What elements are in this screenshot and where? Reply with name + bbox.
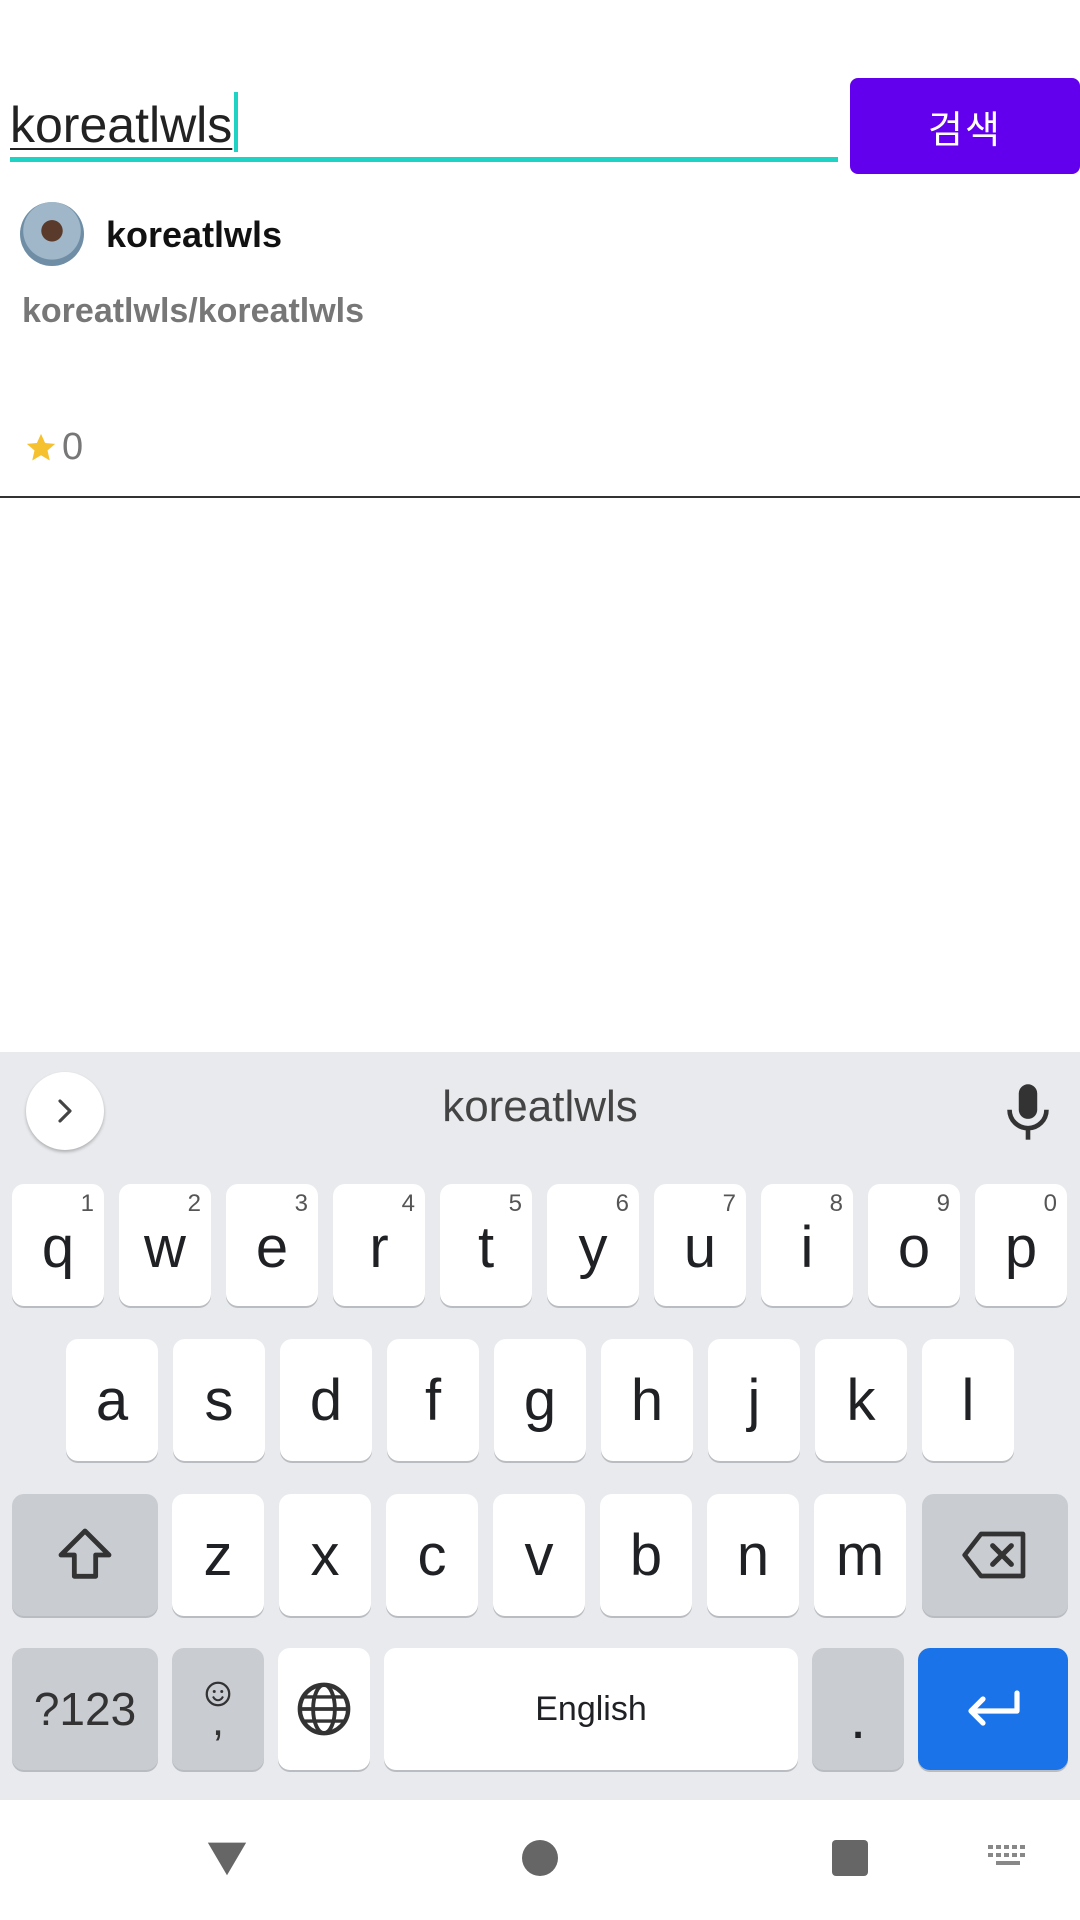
enter-key[interactable]	[918, 1648, 1068, 1770]
back-triangle-icon[interactable]	[204, 1838, 250, 1878]
key-label: o	[897, 1214, 931, 1280]
key-c[interactable]: c	[386, 1494, 478, 1616]
key-hint: 2	[187, 1190, 201, 1217]
star-count: 0	[62, 426, 84, 468]
key-a[interactable]: a	[66, 1339, 158, 1461]
key-hint: 7	[722, 1190, 736, 1217]
symbols-key-label: ?123	[33, 1683, 137, 1735]
key-hint: 1	[80, 1190, 94, 1217]
key-y[interactable]: 6y	[547, 1184, 639, 1306]
screen: koreatlwls 검색 koreatlwls koreatlwls/kore…	[0, 0, 1080, 1920]
key-i[interactable]: 8i	[761, 1184, 853, 1306]
key-g[interactable]: g	[494, 1339, 586, 1461]
suggestion-bar: koreatlwls	[0, 1052, 1080, 1170]
microphone-icon[interactable]	[1000, 1082, 1056, 1142]
key-hint: 0	[1043, 1190, 1057, 1217]
recents-square-icon[interactable]	[830, 1838, 870, 1878]
key-hint: 9	[936, 1190, 950, 1217]
text-caret	[234, 92, 239, 152]
key-m[interactable]: m	[814, 1494, 906, 1616]
key-u[interactable]: 7u	[654, 1184, 746, 1306]
emoji-comma-key[interactable]: ,	[172, 1648, 264, 1770]
key-hint: 3	[294, 1190, 308, 1217]
repo-list-item[interactable]: koreatlwls koreatlwls/koreatlwls 0	[0, 190, 1080, 498]
shift-key[interactable]	[12, 1494, 158, 1616]
key-label: w	[144, 1214, 186, 1280]
avatar	[20, 202, 84, 266]
key-d[interactable]: d	[280, 1339, 372, 1461]
key-r[interactable]: 4r	[333, 1184, 425, 1306]
key-label: u	[683, 1214, 717, 1280]
symbols-key[interactable]: ?123	[12, 1648, 158, 1770]
key-n[interactable]: n	[707, 1494, 799, 1616]
key-s[interactable]: s	[173, 1339, 265, 1461]
home-circle-icon[interactable]	[520, 1838, 560, 1878]
key-label: q	[41, 1214, 75, 1280]
globe-icon	[297, 1682, 351, 1736]
key-label: e	[255, 1214, 289, 1280]
key-z[interactable]: z	[172, 1494, 264, 1616]
period-key-label: .	[849, 1686, 867, 1751]
comma-label: ,	[211, 1696, 225, 1745]
backspace-key[interactable]	[922, 1494, 1068, 1616]
key-w[interactable]: 2w	[119, 1184, 211, 1306]
key-t[interactable]: 5t	[440, 1184, 532, 1306]
key-o[interactable]: 9o	[868, 1184, 960, 1306]
system-nav-bar	[0, 1800, 1080, 1920]
language-key[interactable]	[278, 1648, 370, 1770]
key-label: y	[578, 1214, 608, 1280]
key-label: t	[477, 1214, 495, 1280]
search-button[interactable]: 검색	[850, 78, 1080, 174]
key-x[interactable]: x	[279, 1494, 371, 1616]
search-input[interactable]: koreatlwls	[10, 78, 838, 162]
key-hint: 8	[829, 1190, 843, 1217]
key-label: r	[369, 1214, 389, 1280]
period-key[interactable]: .	[812, 1648, 904, 1770]
repo-full-name: koreatlwls/koreatlwls	[22, 292, 365, 330]
key-label: i	[800, 1214, 814, 1280]
keyboard-switch-icon[interactable]	[986, 1840, 1030, 1874]
star-icon	[26, 433, 56, 460]
key-v[interactable]: v	[493, 1494, 585, 1616]
star-count-row: 0	[24, 426, 83, 469]
search-input-value: koreatlwls	[10, 97, 233, 153]
key-p[interactable]: 0p	[975, 1184, 1067, 1306]
key-hint: 5	[508, 1190, 522, 1217]
key-hint: 4	[401, 1190, 415, 1217]
space-key[interactable]: English	[384, 1648, 798, 1770]
key-h[interactable]: h	[601, 1339, 693, 1461]
key-hint: 6	[615, 1190, 629, 1217]
shift-icon	[58, 1528, 112, 1579]
enter-icon	[968, 1690, 1020, 1726]
key-j[interactable]: j	[708, 1339, 800, 1461]
space-key-label: English	[535, 1689, 647, 1728]
key-b[interactable]: b	[600, 1494, 692, 1616]
key-label: p	[1004, 1214, 1038, 1280]
owner-name: koreatlwls	[106, 214, 283, 255]
key-q[interactable]: 1q	[12, 1184, 104, 1306]
key-f[interactable]: f	[387, 1339, 479, 1461]
key-e[interactable]: 3e	[226, 1184, 318, 1306]
soft-keyboard: koreatlwls 1q2w3e4r5t6y7u8i9o0p asdfghjk…	[0, 1052, 1080, 1800]
word-suggestion[interactable]: koreatlwls	[0, 1082, 1080, 1132]
key-l[interactable]: l	[922, 1339, 1014, 1461]
key-k[interactable]: k	[815, 1339, 907, 1461]
backspace-icon	[962, 1531, 1026, 1579]
